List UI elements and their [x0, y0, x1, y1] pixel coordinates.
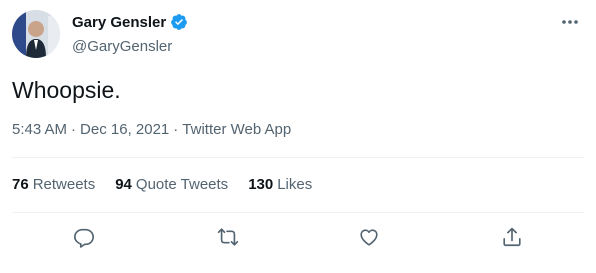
tweet-meta: 5:43 AM · Dec 16, 2021 · Twitter Web App — [12, 121, 291, 138]
quote-tweets-label: Quote Tweets — [135, 176, 229, 193]
tweet-date[interactable]: Dec 16, 2021 — [80, 121, 169, 138]
divider — [12, 157, 584, 158]
share-icon[interactable] — [497, 222, 527, 252]
avatar-photo-icon — [12, 10, 60, 58]
likes-stat[interactable]: 130 Likes — [248, 176, 312, 193]
quote-tweets-count: 94 — [115, 176, 132, 193]
verified-badge-icon — [170, 13, 188, 31]
meta-separator: · — [71, 121, 77, 138]
retweets-stat[interactable]: 76 Retweets — [12, 176, 95, 193]
tweet-time[interactable]: 5:43 AM — [12, 121, 67, 138]
like-icon[interactable] — [354, 222, 384, 252]
divider — [12, 212, 584, 213]
retweets-label: Retweets — [32, 176, 96, 193]
tweet-text: Whoopsie. — [12, 77, 121, 103]
author-name-row: Gary Gensler — [72, 13, 188, 31]
meta-separator: · — [173, 121, 179, 138]
quote-tweets-stat[interactable]: 94 Quote Tweets — [115, 176, 228, 193]
action-bar — [0, 222, 596, 252]
likes-count: 130 — [248, 176, 274, 193]
engagement-stats: 76 Retweets 94 Quote Tweets 130 Likes — [12, 176, 312, 193]
author-handle[interactable]: @GaryGensler — [72, 38, 172, 55]
reply-icon[interactable] — [69, 222, 99, 252]
likes-label: Likes — [277, 176, 313, 193]
more-options-icon[interactable] — [558, 10, 582, 34]
tweet-source[interactable]: Twitter Web App — [182, 121, 291, 138]
retweet-icon[interactable] — [213, 222, 243, 252]
author-name[interactable]: Gary Gensler — [72, 14, 166, 31]
avatar[interactable] — [12, 10, 60, 58]
retweets-count: 76 — [12, 176, 29, 193]
